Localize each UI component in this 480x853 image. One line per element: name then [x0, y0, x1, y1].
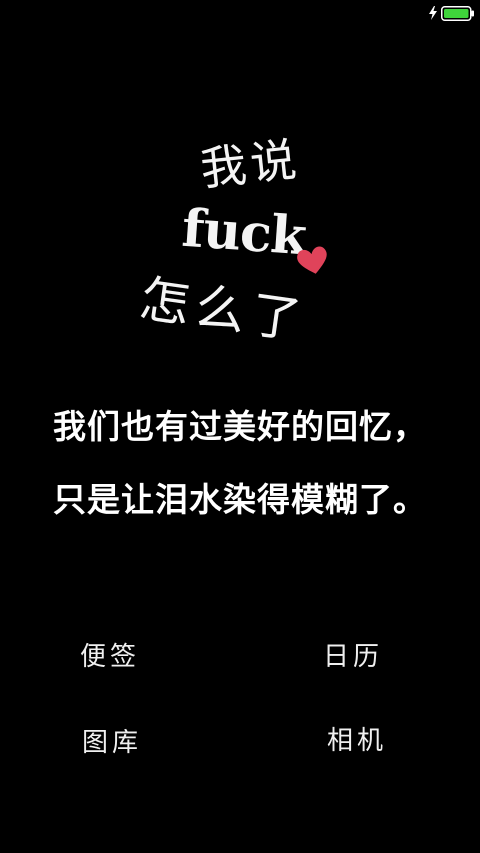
charging-icon — [429, 6, 437, 20]
poem-line-1: 我们也有过美好的回忆， — [53, 407, 427, 446]
status-bar — [0, 0, 480, 28]
wallpaper-art: 我说 fuck 怎么了 — [130, 120, 350, 360]
notes-shortcut[interactable]: 便签 — [80, 636, 140, 673]
wallpaper-line-3: 怎么了 — [136, 269, 311, 351]
wallpaper-poem: 我们也有过美好的回忆， 只是让泪水染得模糊了。 — [0, 410, 480, 516]
poem-line-2: 只是让泪水染得模糊了。 — [53, 480, 427, 519]
battery-icon — [441, 6, 474, 21]
camera-shortcut[interactable]: 相机 — [327, 720, 387, 757]
wallpaper-line-1: 我说 — [197, 131, 303, 197]
heart-icon — [297, 246, 327, 274]
gallery-shortcut[interactable]: 图库 — [82, 722, 142, 759]
calendar-shortcut[interactable]: 日历 — [323, 636, 383, 673]
wallpaper-line-2: fuck — [180, 197, 308, 268]
